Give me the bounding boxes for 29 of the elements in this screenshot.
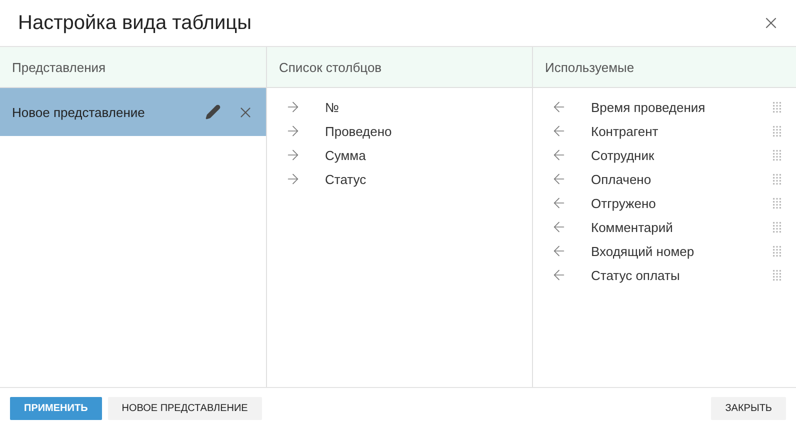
column-name: Сотрудник bbox=[591, 148, 656, 162]
column-name: Сумма bbox=[325, 148, 367, 162]
column-name: Проведено bbox=[325, 124, 393, 138]
drag-handle-icon[interactable] bbox=[773, 174, 782, 184]
drag-handle-icon[interactable] bbox=[773, 198, 782, 208]
column-header: Представления bbox=[0, 47, 266, 88]
column-name: Входящий номер bbox=[591, 244, 696, 258]
drag-handle-icon[interactable] bbox=[773, 270, 782, 280]
new-view-button[interactable]: НОВОЕ ПРЕДСТАВЛЕНИЕ bbox=[108, 397, 262, 420]
drag-handle-icon[interactable] bbox=[773, 102, 782, 112]
column-name: Оплачено bbox=[591, 172, 652, 186]
close-button[interactable]: ЗАКРЫТЬ bbox=[711, 397, 786, 420]
view-item[interactable]: Новое представление bbox=[0, 88, 266, 136]
column-header: Список столбцов bbox=[267, 47, 532, 88]
pencil-icon[interactable] bbox=[205, 104, 221, 120]
column-name: Время проведения bbox=[591, 100, 706, 114]
column-name: № bbox=[325, 100, 340, 114]
column-name: Отгружено bbox=[591, 196, 657, 210]
dialog-title: Настройка вида таблицы bbox=[18, 12, 252, 34]
drag-handle-icon[interactable] bbox=[773, 150, 782, 160]
column-name: Статус оплаты bbox=[591, 268, 681, 282]
column-name: Комментарий bbox=[591, 220, 674, 234]
view-label: Новое представление bbox=[12, 104, 146, 120]
drag-handle-icon[interactable] bbox=[773, 126, 782, 136]
drag-handle-icon[interactable] bbox=[773, 246, 782, 256]
drag-handle-icon[interactable] bbox=[773, 222, 782, 232]
column-header: Используемые bbox=[533, 47, 796, 88]
column-name: Статус bbox=[325, 172, 368, 186]
column-name: Контрагент bbox=[591, 124, 660, 138]
